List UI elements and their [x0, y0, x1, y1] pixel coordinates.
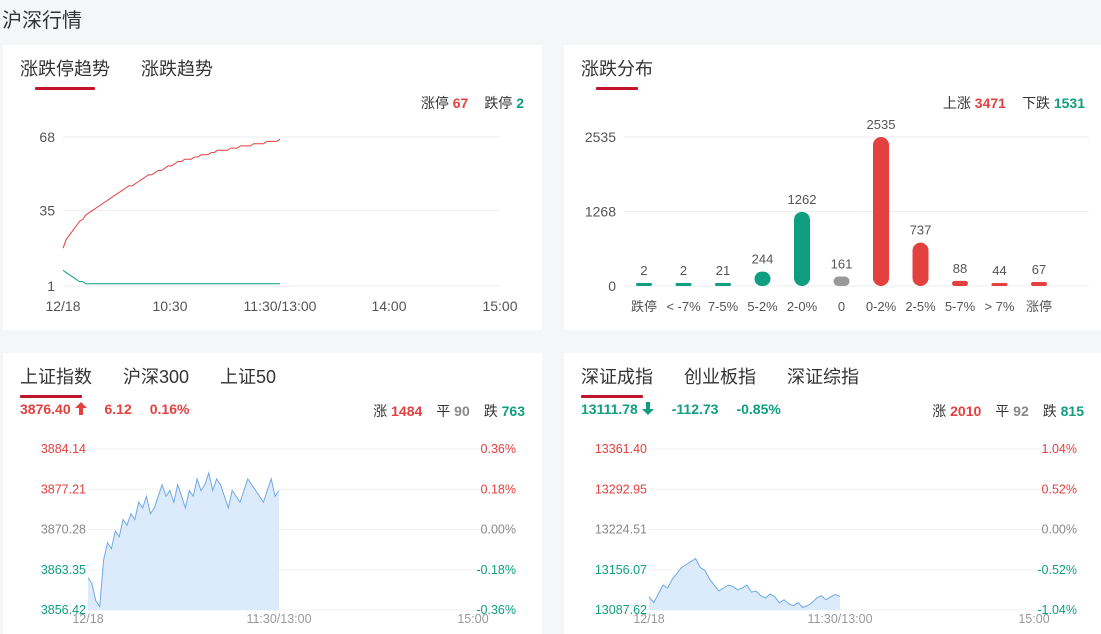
distribution-bar: [952, 280, 968, 286]
y-tick-label-left: 3877.21: [41, 482, 86, 496]
limit-trend-chart: 68 35 1 12/18 10:30 11:30/13:00 14:00 15:00: [39, 129, 517, 314]
y-tick-label-left: 3863.35: [41, 563, 86, 577]
sz-index-panel: 深证成指 创业板指 深证综指 13111.78 -112.73 -0.85% 涨…: [564, 353, 1101, 634]
x-tick-label: 12/18: [633, 612, 664, 626]
y-tick-label-right: -0.52%: [1037, 563, 1077, 577]
bar-data-label: 2: [680, 263, 687, 278]
x-tick-label: 0-2%: [866, 299, 897, 314]
y-tick-label-left: 3870.28: [41, 523, 86, 537]
x-tick-label: 2-0%: [787, 299, 818, 314]
distribution-bar: [1031, 282, 1047, 286]
x-tick-label: 5-7%: [945, 299, 976, 314]
y-tick-label: 2535: [585, 129, 616, 145]
bar-data-label: 1262: [788, 192, 817, 207]
y-tick-label-right: 0.52%: [1042, 482, 1077, 496]
distribution-chart: 2535 1268 0 2 跌停 2 < -7% 21 7-5% 244 5-2% 1262 2-0% 1…: [585, 117, 1089, 314]
distribution-bar: [991, 283, 1008, 286]
y-tick-label-right: -0.18%: [476, 563, 516, 577]
distribution-bar: [675, 283, 692, 286]
bar-data-label: 161: [831, 257, 853, 272]
y-tick-label: 1: [47, 278, 55, 294]
sz-index-chart: 13361.40 1.04% 13292.95 0.52% 13224.51 0.00% 1…: [595, 442, 1077, 626]
y-tick-label: 35: [39, 202, 55, 218]
x-tick-label: > 7%: [985, 299, 1015, 314]
bar-data-label: 21: [716, 263, 730, 278]
distribution-bar: [833, 276, 850, 286]
x-tick-label: 跌停: [631, 299, 657, 314]
bar-data-label: 2535: [867, 117, 896, 132]
y-tick-label: 68: [39, 129, 55, 145]
bar-data-label: 44: [992, 263, 1006, 278]
bar-data-label: 2: [640, 263, 647, 278]
distribution-panel: 涨跌分布 上涨 3471 下跌 1531 2535 1268 0 2 跌停 2 < -7% 2…: [564, 45, 1101, 330]
y-tick-label-left: 3884.14: [41, 442, 86, 456]
distribution-bar: [912, 242, 929, 286]
limit-trend-panel: 涨跌停趋势 涨跌趋势 涨停 67 跌停 2 68 35 1 12/18 10:30 11:…: [3, 45, 542, 330]
distribution-bar: [636, 283, 652, 286]
y-tick-label-left: 13292.95: [595, 482, 647, 496]
x-tick-label: 12/18: [72, 612, 103, 626]
x-tick-label: 11:30/13:00: [246, 612, 311, 626]
x-tick-label: 11:30/13:00: [807, 612, 872, 626]
distribution-bar: [715, 283, 731, 286]
y-tick-label-left: 13224.51: [595, 523, 647, 537]
x-tick-label: 11:30/13:00: [244, 298, 317, 314]
page-title: 沪深行情: [2, 10, 82, 32]
x-tick-label: 5-2%: [747, 299, 778, 314]
x-tick-label: 7-5%: [708, 299, 739, 314]
y-tick-label-right: 0.36%: [481, 442, 516, 456]
y-tick-label-left: 13361.40: [595, 442, 647, 456]
y-tick-label-right: 1.04%: [1042, 442, 1077, 456]
distribution-bar: [794, 211, 810, 286]
x-tick-label: 2-5%: [905, 299, 936, 314]
x-tick-label: < -7%: [666, 299, 701, 314]
x-tick-label: 15:00: [482, 298, 517, 314]
y-tick-label-right: 0.00%: [1042, 523, 1077, 537]
x-tick-label: 15:00: [1018, 612, 1049, 626]
bar-data-label: 737: [910, 223, 932, 238]
price-area-fill: [88, 473, 279, 610]
x-tick-label: 涨停: [1026, 299, 1052, 314]
y-tick-label-left: 13156.07: [595, 563, 647, 577]
y-tick-label: 0: [608, 278, 616, 294]
limit-down-series-line: [62, 269, 280, 285]
x-tick-label: 15:00: [457, 612, 488, 626]
sh-index-chart: 3884.14 0.36% 3877.21 0.18% 3870.28 0.00% 3863…: [41, 442, 516, 626]
y-tick-label-right: 0.18%: [481, 482, 516, 496]
distribution-bar: [873, 137, 889, 286]
y-tick-label: 1268: [585, 203, 616, 219]
x-tick-label: 14:00: [371, 298, 406, 314]
x-tick-label: 0: [838, 299, 845, 314]
bar-data-label: 67: [1032, 262, 1046, 277]
limit-up-series-line: [62, 138, 281, 249]
bar-data-label: 244: [752, 252, 774, 267]
x-tick-label: 12/18: [45, 298, 80, 314]
bar-data-label: 88: [953, 261, 967, 276]
sh-index-panel: 上证指数 沪深300 上证50 3876.40 6.12 0.16% 涨 148…: [3, 353, 542, 634]
price-area-fill: [649, 558, 840, 610]
distribution-bar: [754, 271, 771, 286]
x-tick-label: 10:30: [152, 298, 187, 314]
y-tick-label-right: 0.00%: [481, 523, 516, 537]
